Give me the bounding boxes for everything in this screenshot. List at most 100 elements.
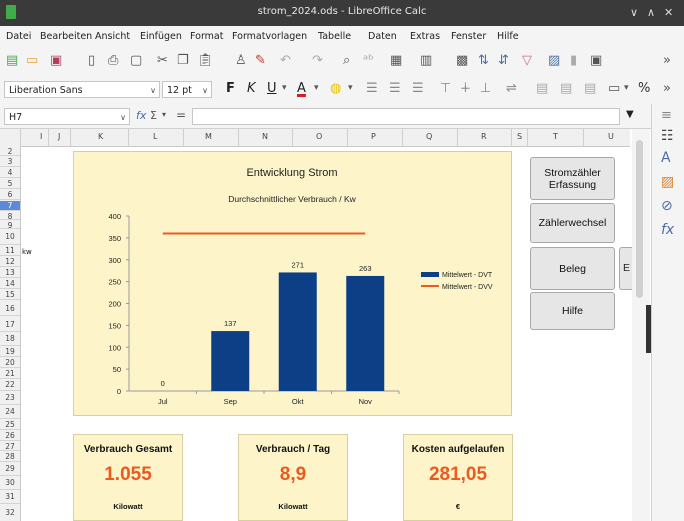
- sum-dropdown-icon[interactable]: ▾: [162, 110, 166, 119]
- menu-format[interactable]: Format: [190, 31, 223, 42]
- row-header[interactable]: 15: [0, 290, 20, 299]
- filter-icon[interactable]: ▽: [522, 54, 532, 68]
- column-header[interactable]: M: [205, 132, 212, 141]
- spelling-icon[interactable]: ᵃᵇ: [363, 54, 374, 68]
- sort-ascending-icon[interactable]: ⇅: [478, 54, 489, 68]
- percent-icon[interactable]: %: [638, 81, 650, 96]
- cut-icon[interactable]: ✂: [157, 54, 168, 68]
- menu-extras[interactable]: Extras: [410, 31, 440, 42]
- pivot-table-icon[interactable]: ▣: [590, 54, 602, 68]
- row-header[interactable]: 25: [0, 420, 20, 429]
- row-header[interactable]: 21: [0, 369, 20, 378]
- new-document-icon[interactable]: ▤: [6, 54, 18, 68]
- align-right-icon[interactable]: ☰: [412, 81, 424, 96]
- align-middle-icon[interactable]: ∔: [460, 81, 471, 96]
- number-format-dropdown-icon[interactable]: ▾: [624, 81, 629, 96]
- partial-button[interactable]: E: [619, 247, 632, 290]
- column-header[interactable]: K: [98, 132, 103, 141]
- autofilter-icon[interactable]: ▩: [456, 54, 468, 68]
- row-header[interactable]: 28: [0, 452, 20, 461]
- menu-hilfe[interactable]: Hilfe: [497, 31, 519, 42]
- row-header[interactable]: 12: [0, 257, 20, 266]
- column-icon[interactable]: ▥: [420, 54, 432, 68]
- menu-ansicht[interactable]: Ansicht: [95, 31, 130, 42]
- formula-equals-icon[interactable]: =: [176, 108, 186, 122]
- wrap-text-icon[interactable]: ⇌: [506, 81, 517, 96]
- bold-button[interactable]: F: [226, 81, 235, 96]
- hilfe-button[interactable]: Hilfe: [530, 292, 615, 330]
- row-header-selected[interactable]: 7: [0, 201, 20, 210]
- menu-formatvorlagen[interactable]: Formatvorlagen: [232, 31, 307, 42]
- number-format-icon[interactable]: ▭: [608, 81, 620, 96]
- clone-format-icon[interactable]: ♙: [235, 54, 247, 68]
- align-center-icon[interactable]: ☰: [389, 81, 401, 96]
- row-header[interactable]: 22: [0, 380, 20, 389]
- paste-icon[interactable]: 📋︎: [197, 54, 214, 68]
- row-header[interactable]: 19: [0, 347, 20, 356]
- find-replace-icon[interactable]: ⌕: [343, 54, 350, 68]
- row-icon[interactable]: ▦: [390, 54, 402, 68]
- row-header[interactable]: 5: [0, 179, 20, 188]
- open-folder-icon[interactable]: ▭: [26, 54, 38, 68]
- merge-cells-icon[interactable]: ▤: [536, 81, 548, 96]
- row-header[interactable]: 3: [0, 157, 20, 166]
- close-button[interactable]: ✕: [664, 6, 673, 19]
- menu-bearbeiten[interactable]: Bearbeiten: [40, 31, 92, 42]
- highlight-dropdown-icon[interactable]: ▾: [348, 81, 353, 96]
- row-header[interactable]: 10: [0, 232, 20, 241]
- menu-tabelle[interactable]: Tabelle: [318, 31, 351, 42]
- sort-descending-icon[interactable]: ⇵: [498, 54, 509, 68]
- column-header[interactable]: P: [371, 132, 376, 141]
- underline-button[interactable]: U: [267, 81, 277, 96]
- font-name-box[interactable]: Liberation Sans ∨: [4, 81, 160, 98]
- row-header[interactable]: 26: [0, 431, 20, 440]
- properties-icon[interactable]: ☷: [661, 128, 674, 144]
- column-header[interactable]: O: [316, 132, 322, 141]
- row-header[interactable]: 24: [0, 407, 20, 416]
- column-header[interactable]: L: [153, 132, 157, 141]
- row-header[interactable]: 4: [0, 168, 20, 177]
- font-color-dropdown-icon[interactable]: ▾: [314, 81, 319, 96]
- chevron-down-icon[interactable]: ∨: [120, 109, 126, 126]
- row-header[interactable]: 6: [0, 190, 20, 199]
- beleg-button[interactable]: Beleg: [530, 247, 615, 290]
- redo-icon[interactable]: ↷: [312, 54, 323, 68]
- sidebar-menu-icon[interactable]: ≡: [661, 108, 672, 123]
- toolbar-overflow-icon[interactable]: »: [663, 54, 671, 68]
- row-header[interactable]: 16: [0, 304, 20, 313]
- column-header[interactable]: I: [40, 132, 42, 141]
- format-overflow-icon[interactable]: »: [663, 81, 671, 96]
- align-left-icon[interactable]: ☰: [366, 81, 378, 96]
- row-header[interactable]: 13: [0, 268, 20, 277]
- gallery-icon[interactable]: ▨: [661, 174, 674, 190]
- undo-icon[interactable]: ↶: [280, 54, 291, 68]
- menu-daten[interactable]: Daten: [368, 31, 397, 42]
- expand-formula-icon[interactable]: ▼: [626, 109, 634, 120]
- column-header[interactable]: R: [481, 132, 487, 141]
- row-header[interactable]: 20: [0, 358, 20, 367]
- italic-button[interactable]: K: [247, 81, 256, 96]
- row-header[interactable]: 11: [0, 246, 20, 255]
- function-wizard-icon[interactable]: fx: [136, 109, 146, 122]
- formula-input[interactable]: [192, 108, 620, 125]
- chart-area[interactable]: Entwicklung Strom Durchschnittlicher Ver…: [73, 151, 512, 416]
- font-color-icon[interactable]: A: [297, 81, 306, 96]
- insert-image-icon[interactable]: ▨: [548, 54, 560, 68]
- row-header[interactable]: 31: [0, 492, 20, 501]
- menu-datei[interactable]: Datei: [6, 31, 31, 42]
- row-header[interactable]: 23: [0, 393, 20, 402]
- name-box[interactable]: H7 ∨: [4, 108, 130, 125]
- merge-center-icon[interactable]: ▤: [560, 81, 572, 96]
- sum-icon[interactable]: Σ: [150, 109, 157, 122]
- minimize-button[interactable]: ∨: [630, 6, 638, 19]
- row-header[interactable]: 30: [0, 478, 20, 487]
- chevron-down-icon[interactable]: ∨: [150, 82, 156, 99]
- print-icon[interactable]: ⎙: [108, 54, 118, 68]
- chevron-down-icon[interactable]: ∨: [202, 82, 208, 99]
- align-bottom-icon[interactable]: ⊥: [480, 81, 491, 96]
- column-header[interactable]: J: [58, 132, 60, 141]
- save-icon[interactable]: ▣: [50, 54, 62, 68]
- align-top-icon[interactable]: ⊤: [440, 81, 451, 96]
- vertical-scrollbar-thumb[interactable]: [636, 140, 643, 298]
- maximize-button[interactable]: ∧: [647, 6, 655, 19]
